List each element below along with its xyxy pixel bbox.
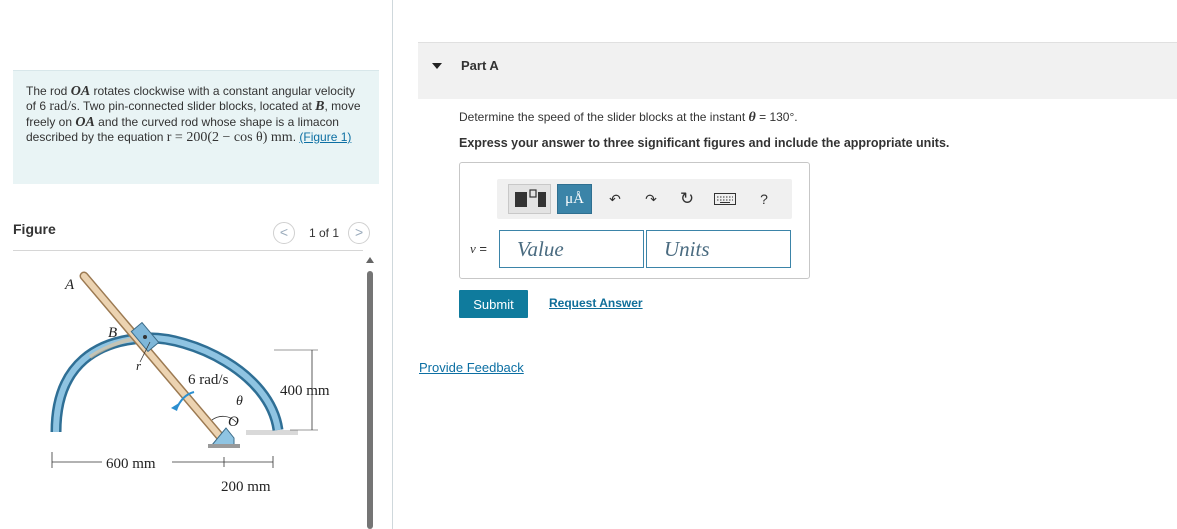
value-input[interactable]: Value [499,230,644,268]
divider [13,250,363,251]
problem-statement: The rod OA rotates clockwise with a cons… [13,70,379,184]
label-a: A [64,277,75,293]
template-button[interactable] [508,184,551,214]
answer-label: v = [470,241,487,257]
curved-rod-highlight [53,334,281,433]
dim-height-label: 400 mm [280,383,330,399]
figure-link[interactable]: (Figure 1) [299,130,351,144]
dim-left-label: 600 mm [106,456,156,472]
units-button[interactable]: μÅ [557,184,592,214]
figure-diagram: A B r 6 rad/s θ O 400 mm 600 mm 200 mm [50,271,330,495]
keyboard-icon[interactable] [711,179,739,219]
ground-right [246,430,298,435]
label-b: B [108,325,117,341]
collapse-caret-icon[interactable] [432,63,442,69]
pager-label: 1 of 1 [309,226,340,240]
figure-heading: Figure [13,221,56,237]
scrollbar-thumb[interactable] [367,271,373,529]
rod-oa-face [81,273,226,443]
provide-feedback-link[interactable]: Provide Feedback [419,360,524,375]
redo-icon[interactable]: ↷ [639,179,663,219]
label-o: O [228,414,239,430]
math-oa: OA [70,84,91,99]
problem-text: The rod [26,84,71,98]
next-figure-button[interactable]: > [348,222,371,244]
pivot-base [208,444,240,448]
instruction-text: Express your answer to three significant… [459,136,950,150]
prev-figure-button[interactable]: < [273,222,295,244]
problem-pane: The rod OA rotates clockwise with a cons… [0,0,392,529]
question-body: Determine the speed of the slider blocks… [459,110,749,124]
dim-right-label: 200 mm [221,479,271,495]
slider-pin [143,335,147,339]
omega-arrowhead [171,403,179,411]
figure-pager: < 1 of 1 > [273,222,371,244]
math-equation: r = 200(2 − cos θ) mm [166,129,293,145]
undo-icon[interactable]: ↶ [603,179,627,219]
figure-scrollbar[interactable] [366,257,374,529]
reset-icon[interactable]: ↻ [675,179,699,219]
problem-text: . Two pin-connected slider blocks, locat… [76,99,316,114]
question-text: Determine the speed of the slider blocks… [459,110,798,126]
math-oa: OA [75,114,95,130]
question-var: θ [748,110,756,125]
scroll-up-arrow[interactable] [366,257,374,263]
math-unit: rad/s [49,99,77,115]
label-theta: θ [236,394,243,409]
question-value: = 130°. [755,110,798,124]
pane-divider[interactable] [392,0,393,529]
math-toolbar: μÅ ↶ ↷ ↻ ? [497,179,792,219]
submit-button[interactable]: Submit [459,290,528,318]
template-icon [514,189,546,207]
answer-eq: = [475,241,487,256]
part-header[interactable] [418,42,1177,99]
help-button[interactable]: ? [753,179,775,219]
units-input[interactable]: Units [646,230,791,268]
request-answer-link[interactable]: Request Answer [549,296,643,310]
math-b: B [315,99,325,115]
part-title[interactable]: Part A [461,58,499,73]
label-omega: 6 rad/s [188,372,229,388]
